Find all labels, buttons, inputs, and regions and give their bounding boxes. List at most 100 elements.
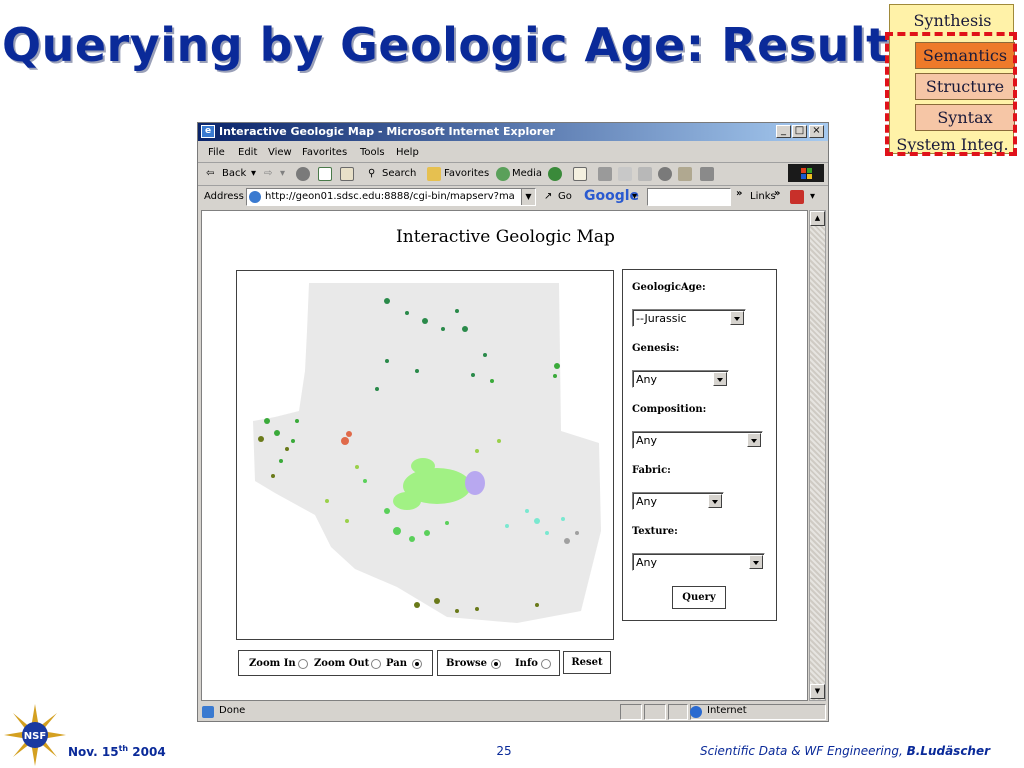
pdf-dropdown-icon[interactable]: ▾ bbox=[810, 191, 815, 202]
globe-icon bbox=[690, 706, 702, 718]
browse-label: Browse bbox=[446, 658, 487, 669]
window-title: Interactive Geologic Map - Microsoft Int… bbox=[219, 125, 556, 138]
address-dropdown-icon[interactable]: ▼ bbox=[521, 189, 535, 205]
address-bar: Address http://geon01.sdsc.edu:8888/cgi-… bbox=[198, 186, 828, 208]
page-heading: Interactive Geologic Map bbox=[396, 227, 615, 247]
history-icon[interactable] bbox=[548, 167, 562, 181]
discuss-icon[interactable] bbox=[638, 167, 652, 181]
edit-icon[interactable] bbox=[618, 167, 632, 181]
browser-window: e Interactive Geologic Map - Microsoft I… bbox=[197, 122, 829, 722]
minimize-button[interactable]: _ bbox=[776, 125, 791, 138]
links-button[interactable]: Links bbox=[750, 191, 776, 202]
slide-title: Querying by Geologic Age: Results bbox=[2, 18, 917, 72]
back-arrow-icon[interactable]: ⇦ bbox=[206, 168, 214, 179]
chevron-down-icon[interactable] bbox=[708, 494, 722, 508]
mode-controls: Browse Info bbox=[437, 650, 560, 676]
block-icon[interactable] bbox=[658, 167, 672, 181]
media-button[interactable]: Media bbox=[512, 168, 542, 179]
date-year: 2004 bbox=[128, 745, 166, 759]
page-content: Interactive Geologic Map GeologicAge: --… bbox=[201, 210, 808, 701]
texture-select[interactable]: Any bbox=[632, 553, 765, 571]
close-button[interactable]: × bbox=[809, 125, 824, 138]
status-text: Done bbox=[219, 705, 246, 716]
research-icon[interactable] bbox=[700, 167, 714, 181]
chevron-icon[interactable]: » bbox=[736, 188, 742, 199]
menu-view[interactable]: View bbox=[268, 147, 292, 158]
menu-help[interactable]: Help bbox=[396, 147, 419, 158]
google-toolbar-logo[interactable]: Google bbox=[584, 188, 639, 204]
vertical-scrollbar[interactable]: ▲ ▼ bbox=[809, 210, 826, 701]
genesis-label: Genesis: bbox=[632, 343, 680, 354]
stop-icon[interactable] bbox=[296, 167, 310, 181]
pan-label: Pan bbox=[386, 658, 408, 669]
search-button[interactable]: Search bbox=[382, 168, 416, 179]
title-bar[interactable]: e Interactive Geologic Map - Microsoft I… bbox=[198, 123, 828, 141]
forward-dropdown-icon[interactable]: ▾ bbox=[280, 168, 285, 179]
links-chevron-icon[interactable]: » bbox=[774, 188, 780, 199]
geologic-map[interactable] bbox=[236, 270, 614, 640]
menu-bar: File Edit View Favorites Tools Help bbox=[198, 143, 828, 182]
layer-stack-diagram: Synthesis System Integ. Semantics Struct… bbox=[885, 4, 1017, 156]
refresh-icon[interactable] bbox=[318, 167, 332, 181]
google-search-input[interactable] bbox=[647, 188, 731, 206]
nsf-logo-text: NSF bbox=[24, 731, 46, 742]
page-number: 25 bbox=[496, 744, 512, 758]
menu-edit[interactable]: Edit bbox=[238, 147, 257, 158]
search-icon[interactable]: ⚲ bbox=[368, 168, 375, 179]
scroll-down-button[interactable]: ▼ bbox=[810, 684, 825, 699]
toolbar: ⇦ Back ▾ ⇨ ▾ ⚲ Search Favorites Media bbox=[198, 164, 828, 186]
chevron-down-icon[interactable] bbox=[730, 311, 744, 325]
synthesis-label: Synthesis bbox=[913, 11, 992, 30]
zoom-in-radio[interactable] bbox=[298, 659, 308, 669]
texture-value: Any bbox=[636, 556, 658, 569]
query-button[interactable]: Query bbox=[672, 586, 726, 609]
ie-logo-icon: e bbox=[201, 125, 215, 138]
google-dropdown-icon[interactable]: ▾ bbox=[632, 191, 637, 202]
date-prefix: Nov. 15 bbox=[68, 745, 119, 759]
scroll-up-button[interactable]: ▲ bbox=[810, 211, 825, 226]
messenger-icon[interactable] bbox=[678, 167, 692, 181]
fabric-label: Fabric: bbox=[632, 465, 671, 476]
info-radio[interactable] bbox=[541, 659, 551, 669]
go-arrow-icon[interactable]: ↗ bbox=[544, 191, 552, 202]
maximize-button[interactable]: □ bbox=[792, 125, 807, 138]
mail-icon[interactable] bbox=[573, 167, 587, 181]
forward-icon[interactable]: ⇨ bbox=[264, 168, 272, 179]
status-bar: Done Internet bbox=[198, 703, 828, 721]
reset-button[interactable]: Reset bbox=[563, 651, 611, 674]
menu-file[interactable]: File bbox=[208, 147, 225, 158]
genesis-select[interactable]: Any bbox=[632, 370, 729, 388]
navigation-controls: Zoom In Zoom Out Pan bbox=[238, 650, 433, 676]
composition-select[interactable]: Any bbox=[632, 431, 763, 449]
geologic-age-select[interactable]: --Jurassic bbox=[632, 309, 746, 327]
back-dropdown-icon[interactable]: ▾ bbox=[251, 168, 256, 179]
go-button[interactable]: Go bbox=[558, 191, 572, 202]
genesis-value: Any bbox=[636, 373, 658, 386]
query-form: GeologicAge: --Jurassic Genesis: Any Com… bbox=[622, 269, 777, 621]
address-field[interactable]: http://geon01.sdsc.edu:8888/cgi-bin/maps… bbox=[246, 188, 536, 206]
media-icon[interactable] bbox=[496, 167, 510, 181]
chevron-down-icon[interactable] bbox=[747, 433, 761, 447]
chevron-down-icon[interactable] bbox=[713, 372, 727, 386]
highlight-outline bbox=[885, 32, 1017, 156]
zone-text: Internet bbox=[707, 705, 747, 716]
page-icon bbox=[249, 191, 261, 203]
fabric-select[interactable]: Any bbox=[632, 492, 724, 510]
pan-radio[interactable] bbox=[412, 659, 422, 669]
menu-favorites[interactable]: Favorites bbox=[302, 147, 347, 158]
menu-tools[interactable]: Tools bbox=[360, 147, 385, 158]
texture-label: Texture: bbox=[632, 526, 678, 537]
favorites-icon[interactable] bbox=[427, 167, 441, 181]
credit-text: Scientific Data & WF Engineering, bbox=[700, 744, 907, 758]
browse-radio[interactable] bbox=[491, 659, 501, 669]
home-icon[interactable] bbox=[340, 167, 354, 181]
url-text[interactable]: http://geon01.sdsc.edu:8888/cgi-bin/maps… bbox=[265, 191, 515, 202]
pdf-icon[interactable] bbox=[790, 190, 804, 204]
favorites-button[interactable]: Favorites bbox=[444, 168, 489, 179]
address-label: Address bbox=[204, 191, 244, 202]
zoom-out-radio[interactable] bbox=[371, 659, 381, 669]
back-button[interactable]: Back bbox=[222, 168, 246, 179]
status-segment bbox=[644, 704, 666, 720]
chevron-down-icon[interactable] bbox=[749, 555, 763, 569]
print-icon[interactable] bbox=[598, 167, 612, 181]
